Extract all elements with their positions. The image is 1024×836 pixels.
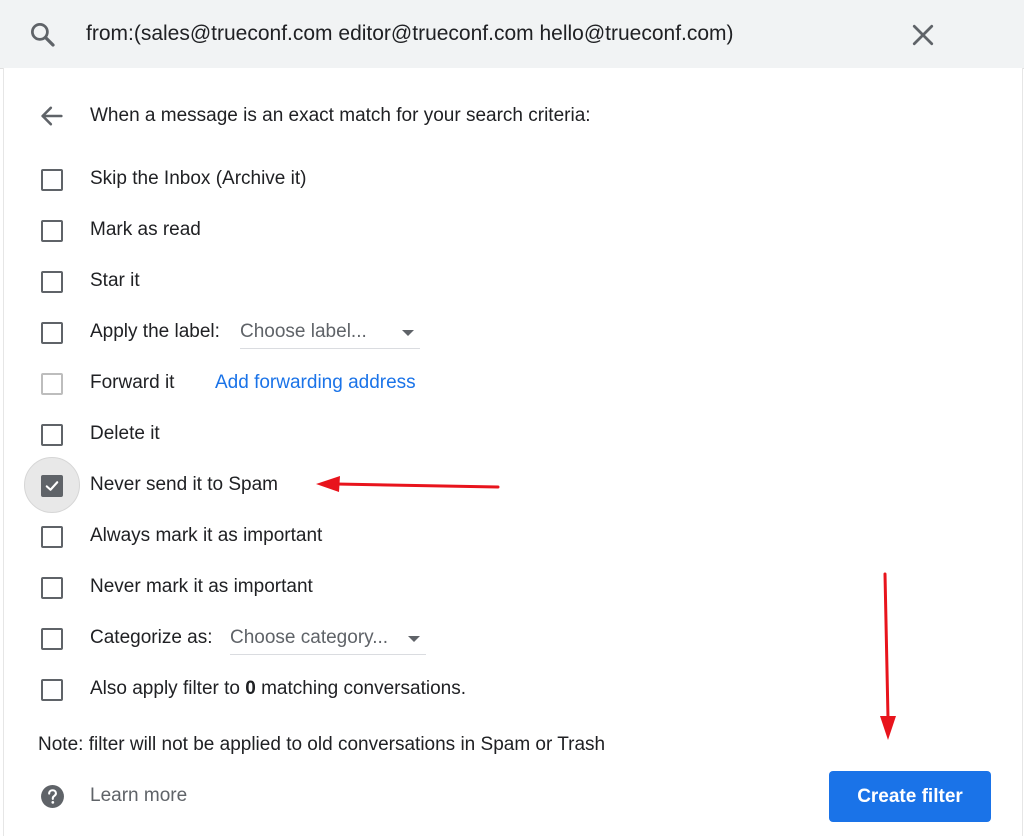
mark-read-checkbox[interactable] <box>41 220 63 242</box>
always-important-label: Always mark it as important <box>90 525 323 546</box>
option-forward-it: Forward it Add forwarding address <box>0 367 1000 403</box>
option-also-apply: Also apply filter to 0 matching conversa… <box>0 673 1000 709</box>
also-apply-checkbox[interactable] <box>41 679 63 701</box>
categorize-label: Categorize as: <box>90 627 213 648</box>
option-apply-label: Apply the label: Choose label... <box>0 316 1000 352</box>
help-icon[interactable] <box>40 784 65 809</box>
skip-inbox-label: Skip the Inbox (Archive it) <box>90 168 307 189</box>
categorize-checkbox[interactable] <box>41 628 63 650</box>
dropdown-caret-icon <box>408 636 420 642</box>
choose-category-dropdown[interactable]: Choose category... <box>230 624 426 655</box>
never-spam-checkbox[interactable] <box>41 475 63 497</box>
apply-label-label: Apply the label: <box>90 321 220 342</box>
spam-trash-note: Note: filter will not be applied to old … <box>38 734 606 755</box>
delete-it-label: Delete it <box>90 423 160 444</box>
star-it-checkbox[interactable] <box>41 271 63 293</box>
never-spam-label: Never send it to Spam <box>90 474 278 495</box>
also-apply-label: Also apply filter to 0 matching conversa… <box>90 678 466 700</box>
star-it-label: Star it <box>90 270 140 291</box>
option-never-important: Never mark it as important <box>0 571 1000 607</box>
never-important-checkbox[interactable] <box>41 577 63 599</box>
choose-label-dropdown[interactable]: Choose label... <box>240 318 420 349</box>
checkmark-icon <box>45 481 59 491</box>
search-bar: from:(sales@trueconf.com editor@trueconf… <box>0 0 1024 69</box>
option-mark-read: Mark as read <box>0 214 1000 250</box>
forward-it-checkbox[interactable] <box>41 373 63 395</box>
choose-label-text: Choose label... <box>240 321 367 342</box>
option-skip-inbox: Skip the Inbox (Archive it) <box>0 163 1000 199</box>
apply-label-checkbox[interactable] <box>41 322 63 344</box>
always-important-checkbox[interactable] <box>41 526 63 548</box>
search-query-text[interactable]: from:(sales@trueconf.com editor@trueconf… <box>86 22 734 46</box>
also-apply-prefix: Also apply filter to <box>90 678 246 699</box>
add-forwarding-address-link[interactable]: Add forwarding address <box>215 372 416 394</box>
option-star-it: Star it <box>0 265 1000 301</box>
forward-it-label: Forward it <box>90 372 175 393</box>
never-important-label: Never mark it as important <box>90 576 313 597</box>
also-apply-suffix: matching conversations. <box>255 678 466 699</box>
option-never-spam: Never send it to Spam <box>0 457 1000 513</box>
option-always-important: Always mark it as important <box>0 520 1000 556</box>
mark-read-label: Mark as read <box>90 219 201 240</box>
option-delete-it: Delete it <box>0 418 1000 454</box>
search-icon[interactable] <box>28 20 58 50</box>
matching-count: 0 <box>245 678 256 699</box>
create-filter-button[interactable]: Create filter <box>829 771 991 822</box>
skip-inbox-checkbox[interactable] <box>41 169 63 191</box>
close-icon[interactable] <box>908 20 938 50</box>
back-arrow-icon[interactable] <box>38 102 66 130</box>
dropdown-caret-icon <box>402 330 414 336</box>
learn-more-link[interactable]: Learn more <box>90 785 187 807</box>
delete-it-checkbox[interactable] <box>41 424 63 446</box>
choose-category-text: Choose category... <box>230 627 389 648</box>
criteria-header: When a message is an exact match for you… <box>90 105 591 126</box>
option-categorize: Categorize as: Choose category... <box>0 622 1000 658</box>
